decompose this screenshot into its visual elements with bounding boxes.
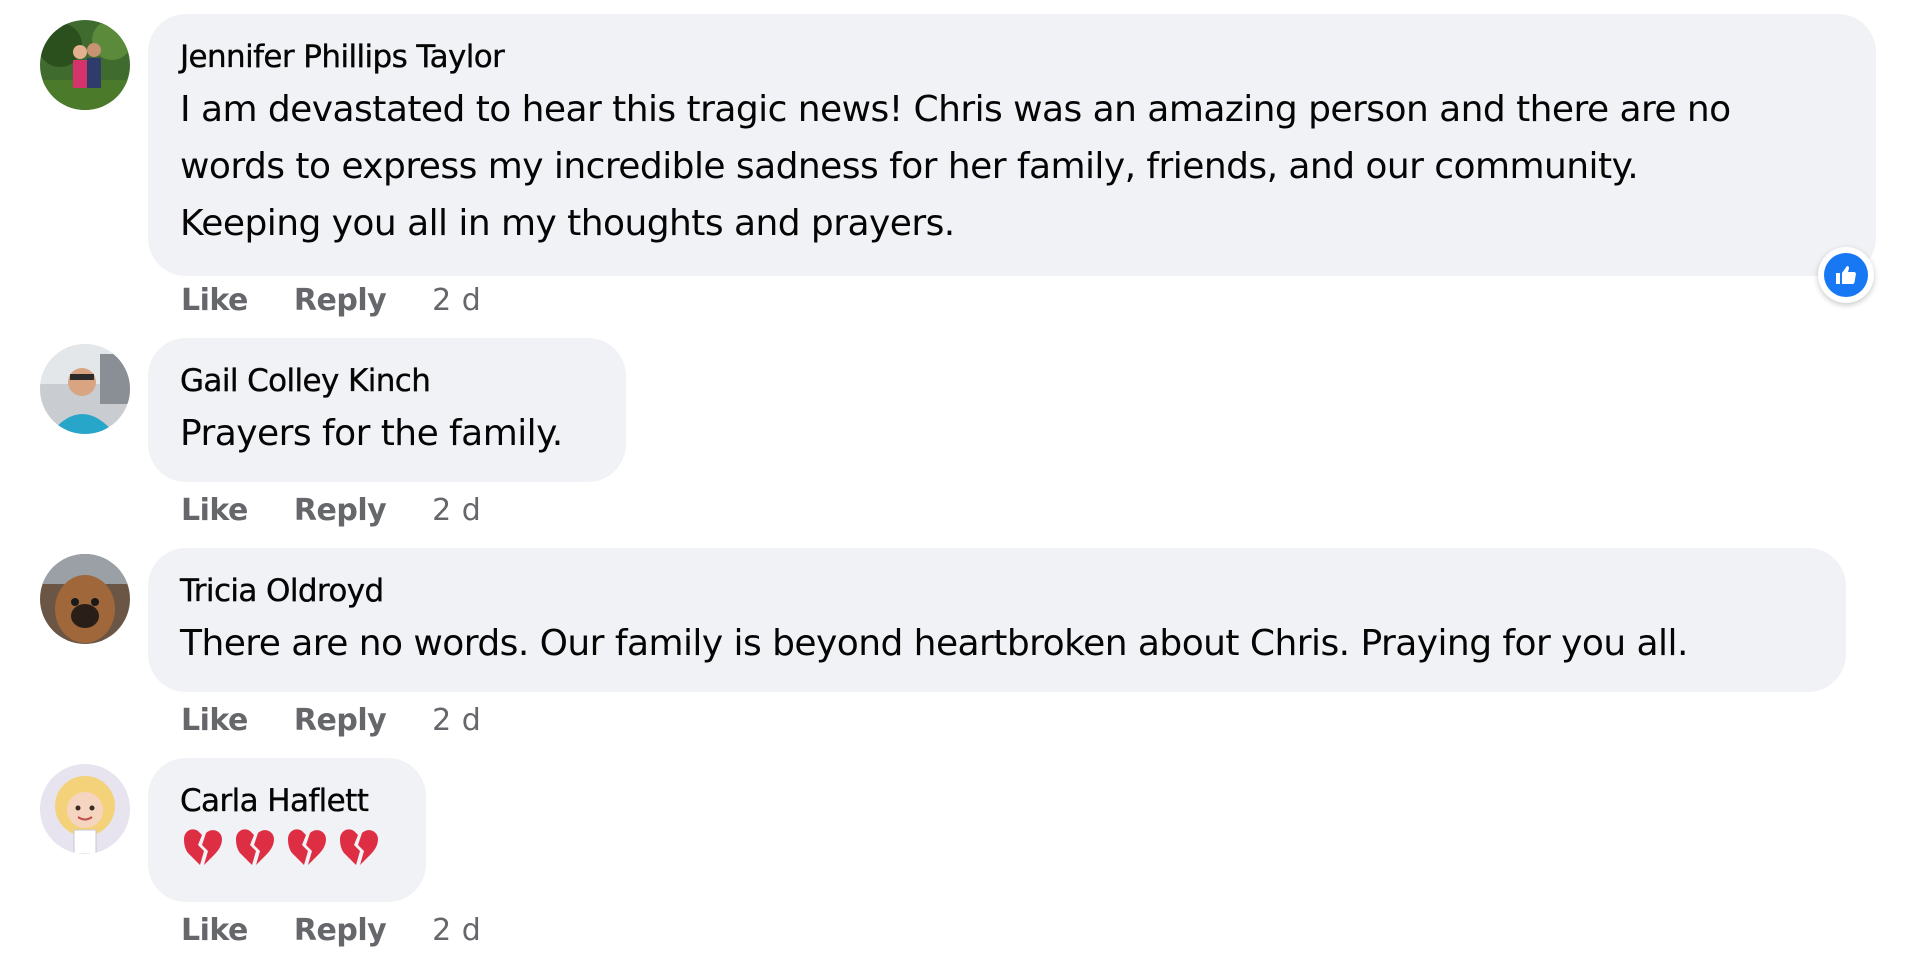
comment-text: Prayers for the family. xyxy=(180,413,563,454)
reply-button[interactable]: Reply xyxy=(294,283,387,318)
reply-button[interactable]: Reply xyxy=(294,913,387,948)
comment-author[interactable]: Gail Colley Kinch xyxy=(180,362,594,400)
comment-bubble: Jennifer Phillips Taylor I am devastated… xyxy=(148,14,1876,276)
comment-timestamp[interactable]: 2 d xyxy=(432,913,481,948)
comment-actions: Like Reply 2 d xyxy=(181,703,481,738)
comment-timestamp[interactable]: 2 d xyxy=(432,493,481,528)
profile-photo-icon xyxy=(40,554,130,644)
like-button[interactable]: Like xyxy=(181,913,248,948)
broken-heart-emojis xyxy=(180,825,394,889)
comment-bubble: Carla Haflett xyxy=(148,758,426,902)
comment-actions: Like Reply 2 d xyxy=(181,913,481,948)
avatar[interactable] xyxy=(40,764,130,854)
like-button[interactable]: Like xyxy=(181,283,248,318)
profile-photo-icon xyxy=(40,344,130,434)
avatar[interactable] xyxy=(40,554,130,644)
comment-timestamp[interactable]: 2 d xyxy=(432,283,481,318)
avatar[interactable] xyxy=(40,344,130,434)
comments-section: Jennifer Phillips Taylor I am devastated… xyxy=(0,0,1920,960)
reply-button[interactable]: Reply xyxy=(294,493,387,528)
comment-bubble: Gail Colley Kinch Prayers for the family… xyxy=(148,338,626,482)
like-icon xyxy=(1824,253,1868,297)
comment-text: I am devastated to hear this tragic news… xyxy=(180,89,1731,244)
like-button[interactable]: Like xyxy=(181,703,248,738)
profile-photo-icon xyxy=(40,764,130,854)
reply-button[interactable]: Reply xyxy=(294,703,387,738)
comment-author[interactable]: Carla Haflett xyxy=(180,782,394,820)
comment-actions: Like Reply 2 d xyxy=(181,283,481,318)
comment-bubble: Tricia Oldroyd There are no words. Our f… xyxy=(148,548,1846,692)
reaction-badge[interactable] xyxy=(1818,247,1874,303)
avatar[interactable] xyxy=(40,20,130,110)
comment-author[interactable]: Tricia Oldroyd xyxy=(180,572,1814,610)
profile-photo-icon xyxy=(40,20,130,110)
broken-heart-icon xyxy=(184,829,378,865)
like-button[interactable]: Like xyxy=(181,493,248,528)
comment-author[interactable]: Jennifer Phillips Taylor xyxy=(180,38,1844,76)
comment-actions: Like Reply 2 d xyxy=(181,493,481,528)
comment-text: There are no words. Our family is beyond… xyxy=(180,623,1688,664)
comment-timestamp[interactable]: 2 d xyxy=(432,703,481,738)
